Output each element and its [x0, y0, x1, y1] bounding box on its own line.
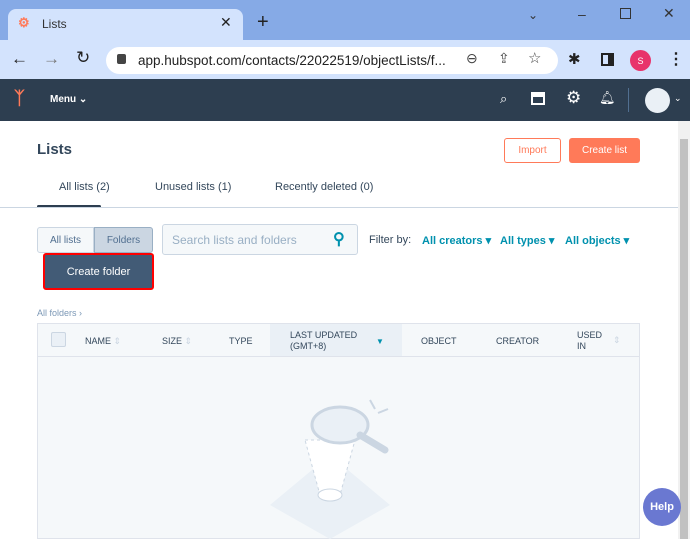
extensions-icon[interactable]: ✱ — [568, 50, 581, 68]
zoom-icon[interactable]: ⊖ — [466, 50, 478, 67]
divider — [628, 88, 629, 112]
sort-icon[interactable]: ⇕ — [613, 335, 621, 346]
browser-tab[interactable]: ⚙ Lists ✕ — [8, 9, 243, 40]
side-panel-icon[interactable] — [601, 53, 614, 66]
column-used-in[interactable]: USED IN — [577, 330, 602, 352]
create-list-button[interactable]: Create list — [569, 138, 640, 163]
tab-recently-deleted[interactable]: Recently deleted (0) — [275, 181, 373, 193]
all-lists-toggle[interactable]: All lists — [37, 227, 94, 253]
tab-unused-lists[interactable]: Unused lists (1) — [155, 181, 231, 193]
sort-desc-icon[interactable]: ▼ — [376, 337, 384, 346]
close-tab-icon[interactable]: ✕ — [220, 14, 232, 31]
breadcrumb[interactable]: All folders › — [37, 308, 82, 318]
tab-title: Lists — [42, 17, 67, 31]
creators-filter[interactable]: All creators ▾ — [422, 234, 491, 247]
close-window-icon[interactable]: ✕ — [663, 5, 675, 22]
browser-menu-icon[interactable]: ⋮ — [668, 49, 684, 69]
folders-toggle[interactable]: Folders — [94, 227, 153, 253]
hubspot-favicon-icon: ⚙ — [18, 15, 30, 30]
share-icon[interactable]: ⇪ — [498, 50, 510, 67]
reload-icon[interactable]: ↻ — [76, 48, 90, 68]
column-creator: CREATOR — [496, 336, 540, 346]
import-button[interactable]: Import — [504, 138, 561, 163]
url-text: app.hubspot.com/contacts/22022519/object… — [138, 53, 446, 68]
new-tab-icon[interactable]: + — [257, 12, 269, 32]
marketplace-icon[interactable] — [531, 92, 545, 105]
minimize-icon[interactable]: – — [578, 6, 586, 22]
menu-button[interactable]: Menu ⌄ — [50, 94, 87, 105]
select-all-checkbox[interactable] — [51, 332, 66, 347]
hubspot-logo-icon[interactable]: ᛉ — [14, 88, 25, 109]
column-size[interactable]: SIZE ⇕ — [162, 336, 192, 347]
lock-icon — [117, 54, 126, 64]
hubspot-nav-bar: ᛉ Menu ⌄ ⌕ ⚙ 🔔︎ ⌄ — [0, 79, 690, 121]
column-object: OBJECT — [421, 336, 457, 346]
maximize-icon[interactable] — [620, 8, 631, 19]
chevron-down-icon[interactable]: ⌄ — [674, 93, 682, 104]
settings-gear-icon[interactable]: ⚙ — [566, 88, 581, 108]
search-placeholder: Search lists and folders — [172, 233, 297, 247]
tab-search-icon[interactable]: ⌄ — [528, 8, 538, 22]
back-icon[interactable]: ← — [11, 49, 28, 69]
divider — [0, 207, 678, 208]
profile-avatar[interactable]: S — [630, 50, 651, 71]
notifications-bell-icon[interactable]: 🔔︎ — [599, 90, 616, 106]
column-name[interactable]: NAME ⇕ — [85, 336, 121, 347]
objects-filter[interactable]: All objects ▾ — [565, 234, 629, 247]
address-bar[interactable]: app.hubspot.com/contacts/22022519/object… — [106, 47, 558, 74]
search-input[interactable]: Search lists and folders ⚲ — [162, 224, 358, 255]
empty-state-magnifier-icon — [270, 399, 390, 539]
page-title: Lists — [37, 141, 73, 158]
forward-icon[interactable]: → — [43, 49, 60, 69]
search-icon[interactable]: ⌕ — [500, 91, 507, 107]
column-last-updated[interactable]: LAST UPDATED (GMT+8) — [290, 330, 357, 352]
user-avatar[interactable] — [645, 88, 670, 113]
bookmark-star-icon[interactable]: ☆ — [528, 49, 541, 67]
types-filter[interactable]: All types ▾ — [500, 234, 554, 247]
tab-all-lists[interactable]: All lists (2) — [59, 181, 110, 193]
help-button[interactable]: Help — [643, 488, 681, 526]
create-folder-button[interactable]: Create folder — [43, 253, 154, 290]
scrollbar[interactable] — [678, 121, 690, 539]
column-type: TYPE — [229, 336, 253, 346]
search-icon[interactable]: ⚲ — [333, 229, 345, 249]
filter-label: Filter by: — [369, 234, 412, 246]
